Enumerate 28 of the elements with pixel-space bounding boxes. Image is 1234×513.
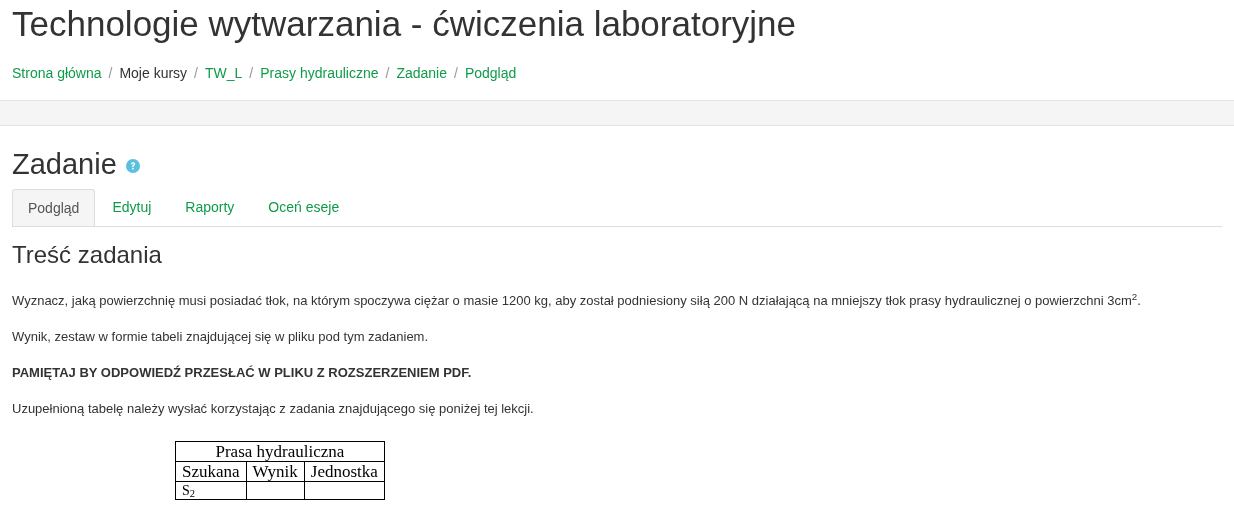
column-header: Wynik [246,461,305,482]
tab[interactable]: Edytuj [95,189,169,226]
section-title: Treść zadania [12,241,162,269]
breadcrumb-separator: / [454,63,458,83]
paragraph: Wyznacz, jaką powierzchnię musi posiadać tłok, na którym spoczywa ciężar o masie 1200 kg, aby został podniesiony siłą 200 N działającą na mniejszy tłok prasy hydraulicznej o powierzchni 3cm$^{2}$. [12,292,1142,310]
breadcrumb-link[interactable]: Zadanie [396,62,447,84]
paragraph: Uzupełnioną tabelę należy wysłać korzystając z zadania znajdującego się poniżej tej lekcji. [12,400,535,418]
breadcrumb-link[interactable]: Strona główna [12,62,102,84]
breadcrumb-separator: / [108,63,113,83]
breadcrumb-item: Moje kursy [119,63,188,83]
page-title: Technologie wytwarzania - ćwiczenia laboratoryjne [12,4,796,44]
paragraph: Wynik, zestaw w formie tabeli znajdującej się w pliku pod tym zadaniem. [12,328,430,346]
breadcrumb-link[interactable]: TW_L [205,62,243,84]
breadcrumb-separator: / [385,63,390,83]
tab[interactable]: Podgląd [12,189,96,226]
breadcrumb-separator: / [249,63,254,83]
column-header: Szukana [175,461,247,482]
breadcrumb-link[interactable]: Podgląd [464,62,517,84]
table-cell: S$_{2}$ [175,481,247,500]
table-title: Prasa hydrauliczna [175,441,385,462]
notice-text: PAMIĘTAJ BY ODPOWIEDŹ PRZESŁAĆ W PLIKU Z ROZSZERZENIEM PDF. [12,364,473,382]
breadcrumb-separator: / [194,63,198,83]
tab[interactable]: Oceń eseje [251,189,357,226]
tab[interactable]: Raporty [168,189,252,226]
page-heading: Zadanie [12,147,117,182]
breadcrumb-link[interactable]: Prasy hydrauliczne [260,62,379,84]
help-icon[interactable] [125,159,140,173]
column-header: Jednostka [304,461,385,482]
